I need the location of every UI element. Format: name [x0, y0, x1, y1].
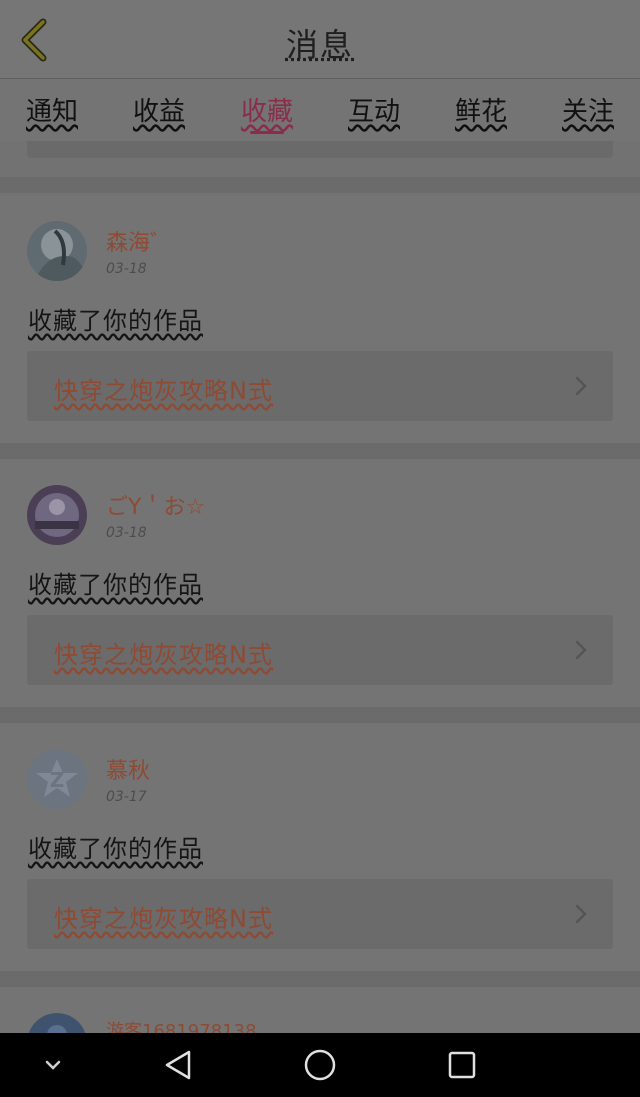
hide-keyboard-button[interactable] — [30, 1033, 76, 1097]
timestamp: 03-18 — [106, 261, 147, 277]
chevron-right-icon — [575, 904, 587, 924]
list-item: 森海゛ 03-18 收藏了你的作品 快穿之炮灰攻略N式 — [0, 195, 640, 443]
list-item: 游客1681978138 — [0, 987, 640, 1033]
system-back-button[interactable] — [150, 1033, 206, 1097]
divider — [0, 971, 640, 987]
avatar[interactable] — [27, 485, 87, 545]
previous-work-box[interactable] — [27, 141, 613, 158]
work-title: 快穿之炮灰攻略N式 — [54, 905, 273, 933]
work-title: 快穿之炮灰攻略N式 — [54, 377, 273, 405]
list-item: Z 慕秋 03-17 收藏了你的作品 快穿之炮灰攻略N式 — [0, 723, 640, 971]
system-nav-bar — [0, 1033, 640, 1097]
tab-follows[interactable]: 关注 — [548, 91, 628, 128]
username[interactable]: 慕秋 — [106, 753, 150, 785]
list-item: ごY＇お☆ 03-18 收藏了你的作品 快穿之炮灰攻略N式 — [0, 459, 640, 707]
timestamp: 03-18 — [106, 525, 147, 541]
top-bar: 消息 — [0, 0, 640, 79]
username[interactable]: 游客1681978138 — [106, 1017, 257, 1033]
action-text: 收藏了你的作品 — [28, 835, 203, 863]
username[interactable]: ごY＇お☆ — [106, 489, 205, 521]
system-recents-button[interactable] — [434, 1033, 490, 1097]
tab-interactions[interactable]: 互动 — [334, 91, 414, 128]
tab-favorites[interactable]: 收藏 — [227, 91, 307, 128]
avatar[interactable] — [27, 1013, 87, 1033]
work-link[interactable]: 快穿之炮灰攻略N式 — [27, 879, 613, 949]
divider — [0, 177, 640, 193]
svg-text:Z: Z — [50, 768, 65, 792]
messages-screen: 消息 通知 收益 收藏 互动 鲜花 关注 森海゛ 03-18 收藏了你的作品 快… — [0, 0, 640, 1033]
tab-flowers[interactable]: 鲜花 — [441, 91, 521, 128]
chevron-down-icon — [45, 1060, 61, 1070]
action-text: 收藏了你的作品 — [28, 307, 203, 335]
divider — [0, 443, 640, 459]
work-title: 快穿之炮灰攻略N式 — [54, 641, 273, 669]
chevron-right-icon — [575, 640, 587, 660]
divider — [0, 707, 640, 723]
recents-square-icon — [448, 1051, 476, 1079]
back-triangle-icon — [165, 1050, 191, 1080]
system-home-button[interactable] — [292, 1033, 348, 1097]
timestamp: 03-17 — [106, 789, 147, 805]
username[interactable]: 森海゛ — [106, 225, 172, 257]
tab-notifications[interactable]: 通知 — [12, 91, 92, 128]
chevron-right-icon — [575, 376, 587, 396]
tab-bar: 通知 收益 收藏 互动 鲜花 关注 — [0, 79, 640, 141]
work-link[interactable]: 快穿之炮灰攻略N式 — [27, 351, 613, 421]
tab-earnings[interactable]: 收益 — [119, 91, 199, 128]
avatar[interactable]: Z — [27, 749, 87, 809]
home-circle-icon — [304, 1049, 336, 1081]
work-link[interactable]: 快穿之炮灰攻略N式 — [27, 615, 613, 685]
page-title: 消息 — [285, 26, 354, 64]
active-tab-indicator — [250, 131, 284, 134]
avatar[interactable] — [27, 221, 87, 281]
action-text: 收藏了你的作品 — [28, 571, 203, 599]
